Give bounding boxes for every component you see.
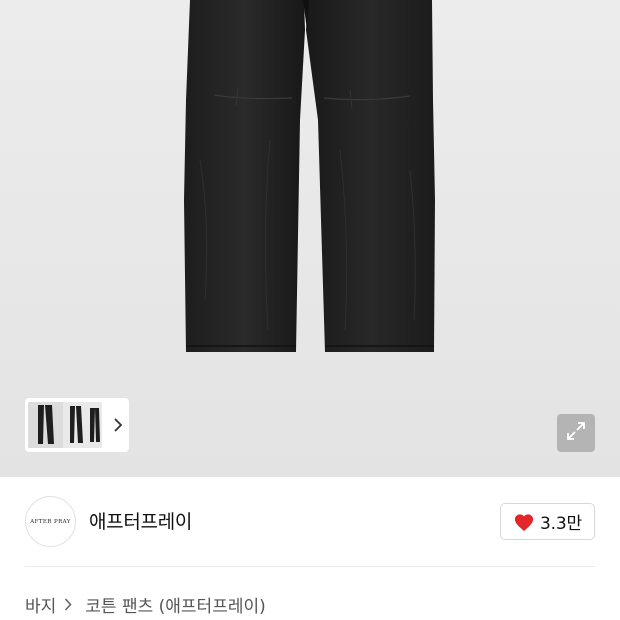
divider <box>25 566 595 567</box>
thumbnail-strip[interactable] <box>25 398 129 452</box>
brand-name[interactable]: 애프터프레이 <box>89 507 192 534</box>
like-count: 3.3만 <box>540 514 582 534</box>
heart-icon <box>513 512 535 532</box>
breadcrumb-category[interactable]: 바지 <box>25 592 56 617</box>
product-image-gallery[interactable] <box>0 0 620 477</box>
expand-icon <box>565 420 587 446</box>
like-button[interactable]: 3.3만 <box>500 503 595 540</box>
brand-row: AFTER PRAY 애프터프레이 3.3만 <box>0 477 620 567</box>
brand-logo-text: AFTER PRAY <box>30 518 71 525</box>
breadcrumb: 바지 코튼 팬츠 (애프터프레이) <box>25 592 266 617</box>
chevron-right-icon <box>64 598 78 612</box>
chevron-right-icon[interactable] <box>108 415 128 435</box>
brand-logo[interactable]: AFTER PRAY <box>25 496 76 547</box>
expand-image-button[interactable] <box>557 414 595 452</box>
thumbnail-image[interactable] <box>28 402 102 448</box>
breadcrumb-product: 코튼 팬츠 (애프터프레이) <box>85 597 266 617</box>
